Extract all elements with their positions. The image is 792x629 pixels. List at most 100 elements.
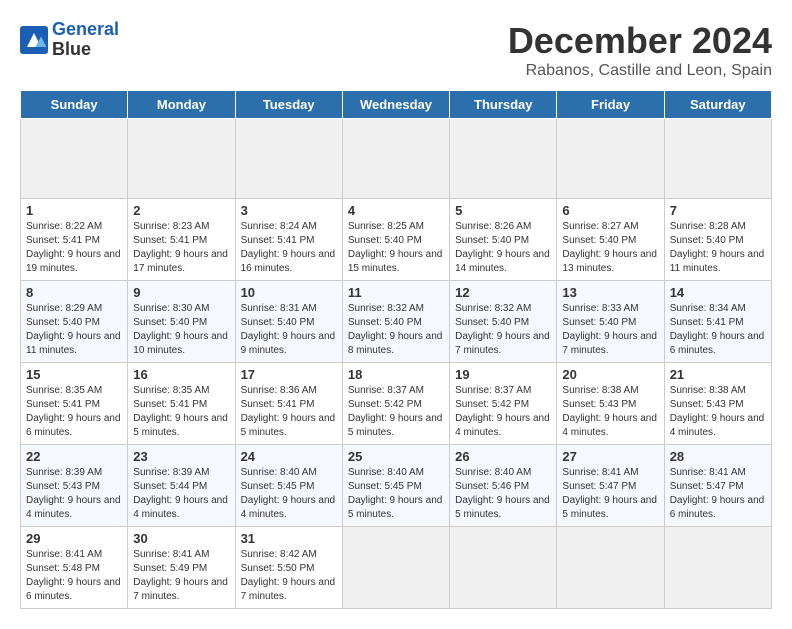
calendar-day-cell [21,119,128,199]
calendar-week-row [21,119,772,199]
day-number: 28 [670,449,766,464]
location-title: Rabanos, Castille and Leon, Spain [508,62,772,80]
day-info: Sunrise: 8:25 AMSunset: 5:40 PMDaylight:… [348,220,444,276]
calendar-week-row: 15 Sunrise: 8:35 AMSunset: 5:41 PMDayligh… [21,363,772,445]
day-info: Sunrise: 8:38 AMSunset: 5:43 PMDaylight:… [670,384,766,440]
weekday-header-row: SundayMondayTuesdayWednesdayThursdayFrid… [21,91,772,119]
day-info: Sunrise: 8:35 AMSunset: 5:41 PMDaylight:… [133,384,229,440]
weekday-header-cell: Friday [557,91,664,119]
calendar-day-cell: 31 Sunrise: 8:42 AMSunset: 5:50 PMDayligh… [235,527,342,609]
day-number: 29 [26,531,122,546]
day-info: Sunrise: 8:38 AMSunset: 5:43 PMDaylight:… [562,384,658,440]
day-info: Sunrise: 8:40 AMSunset: 5:45 PMDaylight:… [348,466,444,522]
day-info: Sunrise: 8:32 AMSunset: 5:40 PMDaylight:… [348,302,444,358]
day-info: Sunrise: 8:31 AMSunset: 5:40 PMDaylight:… [241,302,337,358]
calendar-day-cell: 4 Sunrise: 8:25 AMSunset: 5:40 PMDaylight… [342,199,449,281]
day-number: 22 [26,449,122,464]
day-info: Sunrise: 8:35 AMSunset: 5:41 PMDaylight:… [26,384,122,440]
calendar-day-cell: 22Sunrise: 8:39 AMSunset: 5:43 PMDayligh… [21,445,128,527]
calendar-day-cell: 7Sunrise: 8:28 AMSunset: 5:40 PMDaylight… [664,199,771,281]
day-info: Sunrise: 8:39 AMSunset: 5:44 PMDaylight:… [133,466,229,522]
calendar-day-cell: 23 Sunrise: 8:39 AMSunset: 5:44 PMDayligh… [128,445,235,527]
calendar-day-cell: 17 Sunrise: 8:36 AMSunset: 5:41 PMDayligh… [235,363,342,445]
day-number: 26 [455,449,551,464]
day-info: Sunrise: 8:29 AMSunset: 5:40 PMDaylight:… [26,302,122,358]
calendar-day-cell: 12 Sunrise: 8:32 AMSunset: 5:40 PMDayligh… [450,281,557,363]
day-number: 10 [241,285,337,300]
day-info: Sunrise: 8:41 AMSunset: 5:48 PMDaylight:… [26,548,122,604]
calendar-day-cell: 6Sunrise: 8:27 AMSunset: 5:40 PMDaylight… [557,199,664,281]
calendar-day-cell: 15 Sunrise: 8:35 AMSunset: 5:41 PMDayligh… [21,363,128,445]
day-info: Sunrise: 8:37 AMSunset: 5:42 PMDaylight:… [455,384,551,440]
weekday-header-cell: Sunday [21,91,128,119]
calendar-day-cell [664,119,771,199]
calendar-week-row: 29 Sunrise: 8:41 AMSunset: 5:48 PMDayligh… [21,527,772,609]
day-info: Sunrise: 8:41 AMSunset: 5:49 PMDaylight:… [133,548,229,604]
logo: General Blue [20,20,119,60]
day-number: 24 [241,449,337,464]
day-number: 8 [26,285,122,300]
calendar-day-cell: 21Sunrise: 8:38 AMSunset: 5:43 PMDayligh… [664,363,771,445]
calendar-day-cell: 14Sunrise: 8:34 AMSunset: 5:41 PMDayligh… [664,281,771,363]
header: General Blue December 2024 Rabanos, Cast… [20,20,772,80]
day-number: 11 [348,285,444,300]
day-number: 17 [241,367,337,382]
calendar-day-cell [450,119,557,199]
day-number: 16 [133,367,229,382]
month-title: December 2024 [508,20,772,62]
calendar-day-cell: 24 Sunrise: 8:40 AMSunset: 5:45 PMDayligh… [235,445,342,527]
calendar-day-cell: 11 Sunrise: 8:32 AMSunset: 5:40 PMDayligh… [342,281,449,363]
day-info: Sunrise: 8:41 AMSunset: 5:47 PMDaylight:… [670,466,766,522]
calendar-day-cell [235,119,342,199]
calendar-body: 1Sunrise: 8:22 AMSunset: 5:41 PMDaylight… [21,119,772,609]
day-number: 23 [133,449,229,464]
day-number: 13 [562,285,658,300]
day-number: 4 [348,203,444,218]
calendar-day-cell: 26Sunrise: 8:40 AMSunset: 5:46 PMDayligh… [450,445,557,527]
day-info: Sunrise: 8:24 AMSunset: 5:41 PMDaylight:… [241,220,337,276]
day-number: 18 [348,367,444,382]
calendar-day-cell [128,119,235,199]
weekday-header-cell: Thursday [450,91,557,119]
weekday-header-cell: Tuesday [235,91,342,119]
weekday-header-cell: Wednesday [342,91,449,119]
day-info: Sunrise: 8:40 AMSunset: 5:45 PMDaylight:… [241,466,337,522]
calendar-day-cell [557,119,664,199]
calendar-day-cell: 10 Sunrise: 8:31 AMSunset: 5:40 PMDayligh… [235,281,342,363]
day-number: 14 [670,285,766,300]
day-info: Sunrise: 8:23 AMSunset: 5:41 PMDaylight:… [133,220,229,276]
day-info: Sunrise: 8:28 AMSunset: 5:40 PMDaylight:… [670,220,766,276]
day-info: Sunrise: 8:36 AMSunset: 5:41 PMDaylight:… [241,384,337,440]
calendar-week-row: 1Sunrise: 8:22 AMSunset: 5:41 PMDaylight… [21,199,772,281]
calendar-day-cell: 3 Sunrise: 8:24 AMSunset: 5:41 PMDaylight… [235,199,342,281]
day-number: 15 [26,367,122,382]
calendar-day-cell: 16 Sunrise: 8:35 AMSunset: 5:41 PMDayligh… [128,363,235,445]
calendar-day-cell [557,527,664,609]
calendar-table: SundayMondayTuesdayWednesdayThursdayFrid… [20,90,772,609]
calendar-day-cell: 9 Sunrise: 8:30 AMSunset: 5:40 PMDaylight… [128,281,235,363]
calendar-day-cell: 19Sunrise: 8:37 AMSunset: 5:42 PMDayligh… [450,363,557,445]
calendar-day-cell: 8 Sunrise: 8:29 AMSunset: 5:40 PMDaylight… [21,281,128,363]
calendar-day-cell: 27Sunrise: 8:41 AMSunset: 5:47 PMDayligh… [557,445,664,527]
day-number: 2 [133,203,229,218]
day-info: Sunrise: 8:32 AMSunset: 5:40 PMDaylight:… [455,302,551,358]
logo-icon [20,26,48,54]
day-info: Sunrise: 8:30 AMSunset: 5:40 PMDaylight:… [133,302,229,358]
day-number: 9 [133,285,229,300]
calendar-day-cell [450,527,557,609]
calendar-day-cell: 2 Sunrise: 8:23 AMSunset: 5:41 PMDaylight… [128,199,235,281]
day-number: 1 [26,203,122,218]
day-info: Sunrise: 8:42 AMSunset: 5:50 PMDaylight:… [241,548,337,604]
day-number: 27 [562,449,658,464]
day-info: Sunrise: 8:37 AMSunset: 5:42 PMDaylight:… [348,384,444,440]
day-number: 31 [241,531,337,546]
calendar-day-cell [342,119,449,199]
day-number: 3 [241,203,337,218]
calendar-week-row: 22Sunrise: 8:39 AMSunset: 5:43 PMDayligh… [21,445,772,527]
logo-line1: General [52,19,119,39]
day-number: 12 [455,285,551,300]
logo-text: General Blue [52,20,119,60]
calendar-day-cell: 5Sunrise: 8:26 AMSunset: 5:40 PMDaylight… [450,199,557,281]
day-info: Sunrise: 8:26 AMSunset: 5:40 PMDaylight:… [455,220,551,276]
calendar-day-cell: 25Sunrise: 8:40 AMSunset: 5:45 PMDayligh… [342,445,449,527]
